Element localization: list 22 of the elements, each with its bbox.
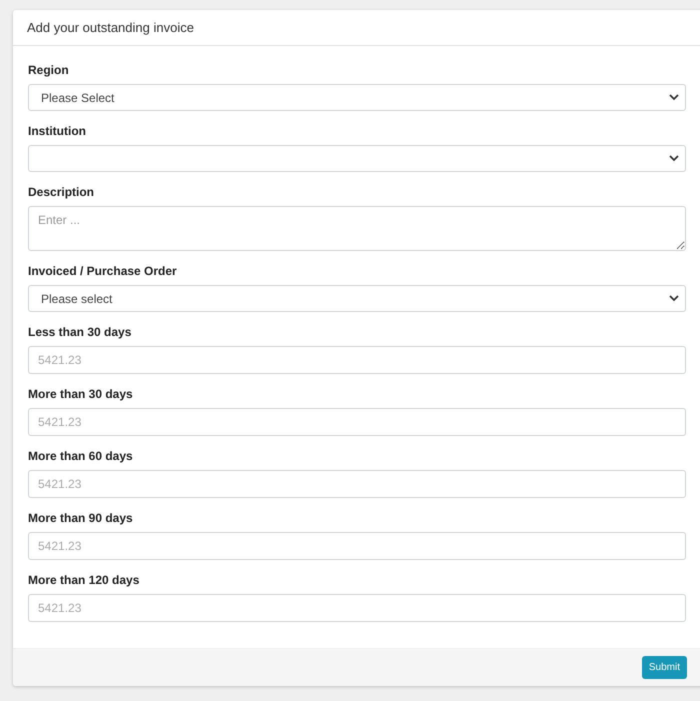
field-label: Description xyxy=(28,185,96,199)
field-label: Less than 30 days xyxy=(28,325,132,339)
amount-field[interactable]: 5421.23 xyxy=(28,532,686,560)
chevron-down-icon xyxy=(669,155,679,162)
field-label: Institution xyxy=(28,124,87,138)
modal-title: Add your outstanding invoice xyxy=(27,18,194,37)
select-field[interactable] xyxy=(28,145,686,172)
amount-field[interactable]: 5421.23 xyxy=(28,470,686,498)
amount-field[interactable]: 5421.23 xyxy=(28,346,686,374)
amount-field[interactable]: 5421.23 xyxy=(28,408,686,436)
description-field[interactable]: Enter ... xyxy=(28,206,686,251)
select-field[interactable]: Please select xyxy=(28,285,686,312)
chevron-down-icon xyxy=(669,94,679,101)
field-label: More than 90 days xyxy=(28,511,134,525)
amount-field[interactable]: 5421.23 xyxy=(28,594,686,622)
field-label: More than 60 days xyxy=(28,449,134,463)
field-label: Region xyxy=(28,63,70,77)
chevron-down-icon xyxy=(669,295,679,302)
select-field[interactable]: Please Select xyxy=(28,84,686,111)
field-label: More than 30 days xyxy=(28,387,134,401)
field-label: Invoiced / Purchase Order xyxy=(28,264,178,278)
field-label: More than 120 days xyxy=(28,573,140,587)
